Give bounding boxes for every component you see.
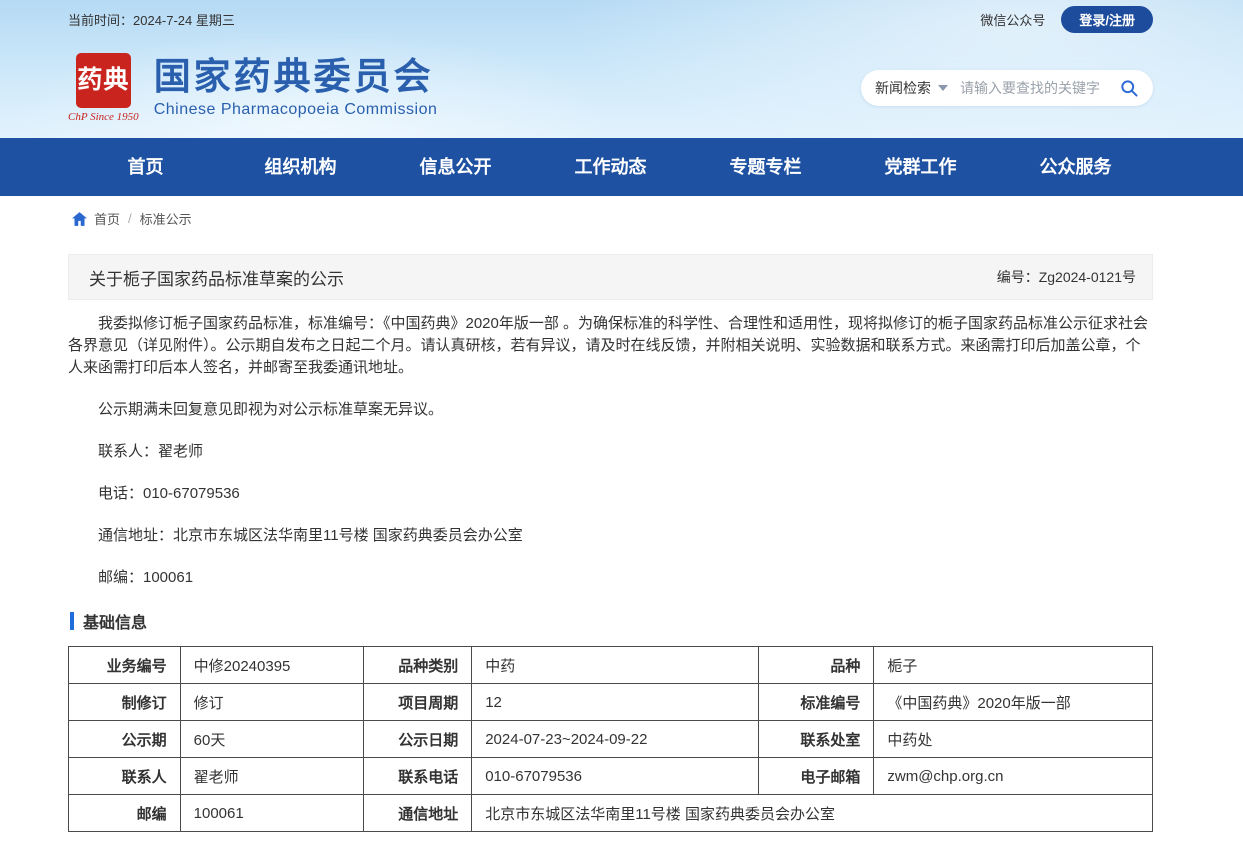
nav-item-organization[interactable]: 组织机构 bbox=[223, 138, 378, 196]
site-logo: 药典 ChP Since 1950 国家药典委员会 Chinese Pharma… bbox=[68, 53, 437, 123]
cell-label: 制修订 bbox=[69, 684, 181, 721]
table-row: 公示期 60天 公示日期 2024-07-23~2024-09-22 联系处室 … bbox=[69, 721, 1153, 758]
cell-value: 12 bbox=[472, 684, 759, 721]
search-button[interactable] bbox=[1117, 76, 1141, 100]
cell-value: 中修20240395 bbox=[180, 647, 363, 684]
search-icon bbox=[1119, 78, 1139, 98]
article-phone: 电话：010-67079536 bbox=[68, 483, 1153, 505]
breadcrumb-home-link[interactable]: 首页 bbox=[94, 209, 120, 228]
table-row: 业务编号 中修20240395 品种类别 中药 品种 栀子 bbox=[69, 647, 1153, 684]
cell-label: 品种 bbox=[759, 647, 874, 684]
cell-label: 项目周期 bbox=[363, 684, 471, 721]
cell-label: 业务编号 bbox=[69, 647, 181, 684]
search-category-label: 新闻检索 bbox=[875, 78, 931, 98]
article-body: 我委拟修订栀子国家药品标准，标准编号：《中国药典》2020年版一部 。为确保标准… bbox=[68, 300, 1153, 589]
cell-label: 标准编号 bbox=[759, 684, 874, 721]
cell-value: 《中国药典》2020年版一部 bbox=[874, 684, 1153, 721]
article-paragraph: 公示期满未回复意见即视为对公示标准草案无异议。 bbox=[68, 399, 1153, 421]
cell-label: 联系电话 bbox=[363, 758, 471, 795]
cell-value: 60天 bbox=[180, 721, 363, 758]
article-mail-address: 通信地址：北京市东城区法华南里11号楼 国家药典委员会办公室 bbox=[68, 525, 1153, 547]
section-accent-bar bbox=[70, 612, 74, 630]
search-input[interactable] bbox=[960, 80, 1117, 96]
cell-label: 邮编 bbox=[69, 795, 181, 832]
cell-label: 品种类别 bbox=[363, 647, 471, 684]
article-contact-person: 联系人：翟老师 bbox=[68, 441, 1153, 463]
cell-value: 010-67079536 bbox=[472, 758, 759, 795]
wechat-link[interactable]: 微信公众号 bbox=[980, 10, 1045, 29]
basic-info-table: 业务编号 中修20240395 品种类别 中药 品种 栀子 制修订 修订 项目周… bbox=[68, 646, 1153, 832]
breadcrumb: 首页 / 标准公示 bbox=[68, 196, 1153, 237]
chp-seal-logo: 药典 ChP Since 1950 bbox=[68, 53, 139, 123]
cell-label: 联系人 bbox=[69, 758, 181, 795]
seal-caption: ChP Since 1950 bbox=[68, 111, 139, 123]
search-category-dropdown[interactable]: 新闻检索 bbox=[875, 78, 948, 98]
table-row: 邮编 100061 通信地址 北京市东城区法华南里11号楼 国家药典委员会办公室 bbox=[69, 795, 1153, 832]
nav-item-home[interactable]: 首页 bbox=[68, 138, 223, 196]
login-register-button[interactable]: 登录/注册 bbox=[1061, 6, 1153, 33]
breadcrumb-current[interactable]: 标准公示 bbox=[140, 209, 192, 228]
cell-label: 公示期 bbox=[69, 721, 181, 758]
topbar: 当前时间：2024-7-24 星期三 微信公众号 登录/注册 bbox=[0, 0, 1243, 38]
nav-item-public-service[interactable]: 公众服务 bbox=[998, 138, 1153, 196]
seal-icon: 药典 bbox=[76, 53, 131, 108]
current-time: 当前时间：2024-7-24 星期三 bbox=[68, 10, 235, 29]
main-nav: 首页 组织机构 信息公开 工作动态 专题专栏 党群工作 公众服务 bbox=[0, 138, 1243, 196]
page-title: 关于栀子国家药品标准草案的公示 bbox=[89, 265, 344, 290]
cell-value: 中药 bbox=[472, 647, 759, 684]
basic-info-section-header: 基础信息 bbox=[70, 609, 1153, 633]
cell-value: 翟老师 bbox=[180, 758, 363, 795]
nav-item-special-columns[interactable]: 专题专栏 bbox=[688, 138, 843, 196]
nav-item-info-disclosure[interactable]: 信息公开 bbox=[378, 138, 533, 196]
site-subtitle: Chinese Pharmacopoeia Commission bbox=[154, 101, 438, 119]
cell-value: 100061 bbox=[180, 795, 363, 832]
cell-label: 电子邮箱 bbox=[759, 758, 874, 795]
cell-value: zwm@chp.org.cn bbox=[874, 758, 1153, 795]
site-header: 当前时间：2024-7-24 星期三 微信公众号 登录/注册 药典 ChP Si… bbox=[0, 0, 1243, 138]
cell-value: 栀子 bbox=[874, 647, 1153, 684]
caret-down-icon bbox=[938, 85, 948, 91]
cell-label: 联系处室 bbox=[759, 721, 874, 758]
nav-item-party-work[interactable]: 党群工作 bbox=[843, 138, 998, 196]
nav-item-work-updates[interactable]: 工作动态 bbox=[533, 138, 688, 196]
cell-value: 中药处 bbox=[874, 721, 1153, 758]
section-title: 基础信息 bbox=[83, 609, 147, 633]
cell-value: 2024-07-23~2024-09-22 bbox=[472, 721, 759, 758]
cell-value: 修订 bbox=[180, 684, 363, 721]
cell-label: 公示日期 bbox=[363, 721, 471, 758]
main-content: 关于栀子国家药品标准草案的公示 编号：Zg2024-0121号 我委拟修订栀子国… bbox=[68, 254, 1153, 832]
breadcrumb-separator: / bbox=[128, 211, 132, 226]
article-title-bar: 关于栀子国家药品标准草案的公示 编号：Zg2024-0121号 bbox=[68, 254, 1153, 300]
article-paragraph: 我委拟修订栀子国家药品标准，标准编号：《中国药典》2020年版一部 。为确保标准… bbox=[68, 313, 1153, 379]
article-postcode: 邮编：100061 bbox=[68, 567, 1153, 589]
site-title: 国家药典委员会 bbox=[154, 57, 438, 98]
doc-number: 编号：Zg2024-0121号 bbox=[997, 267, 1136, 287]
cell-label: 通信地址 bbox=[363, 795, 471, 832]
table-row: 制修订 修订 项目周期 12 标准编号 《中国药典》2020年版一部 bbox=[69, 684, 1153, 721]
home-icon bbox=[72, 212, 87, 226]
search-box: 新闻检索 bbox=[861, 70, 1153, 106]
cell-value: 北京市东城区法华南里11号楼 国家药典委员会办公室 bbox=[472, 795, 1153, 832]
table-row: 联系人 翟老师 联系电话 010-67079536 电子邮箱 zwm@chp.o… bbox=[69, 758, 1153, 795]
